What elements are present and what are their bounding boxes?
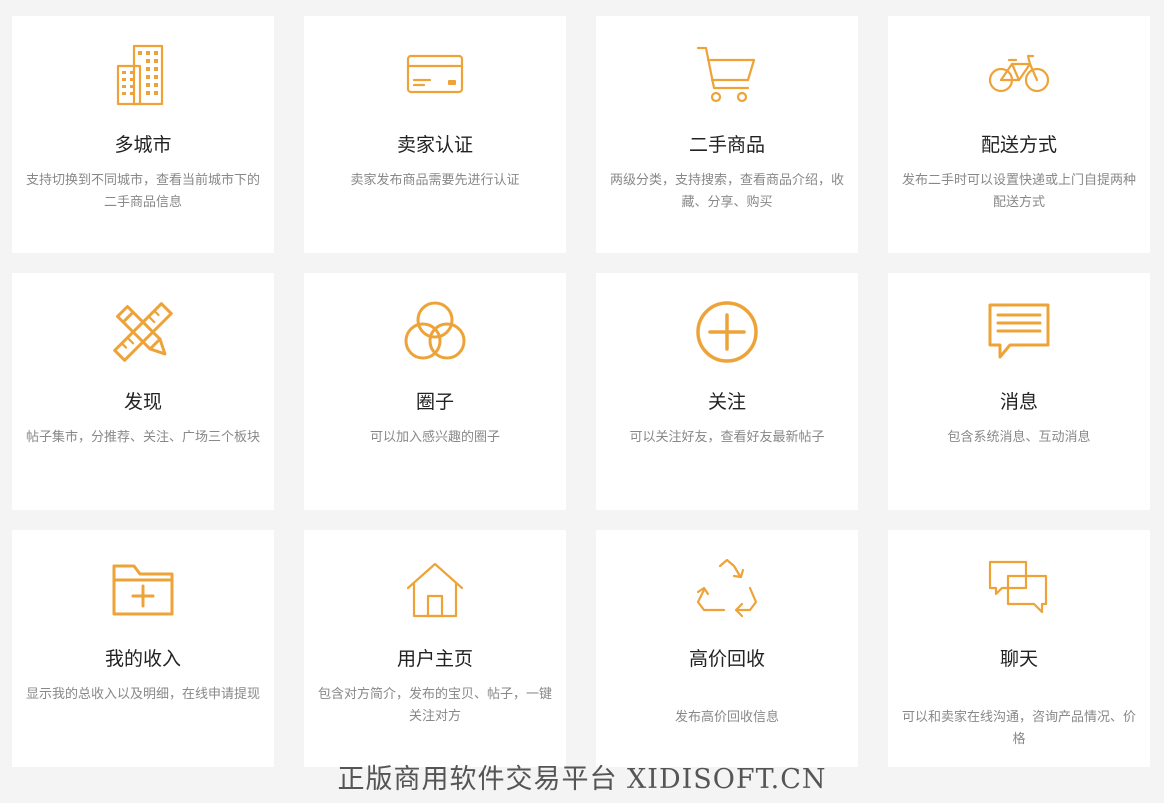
pencil-ruler-icon bbox=[12, 299, 274, 365]
feature-desc: 显示我的总收入以及明细，在线申请提现 bbox=[25, 687, 260, 702]
feature-title: 关注 bbox=[707, 391, 746, 413]
feature-card-delivery: 配送方式 发布二手时可以设置快递或上门自提两种配送方式 bbox=[888, 16, 1150, 253]
feature-title: 圈子 bbox=[415, 391, 454, 413]
feature-title: 聊天 bbox=[999, 648, 1038, 670]
bicycle-icon bbox=[888, 42, 1150, 108]
feature-title: 我的收入 bbox=[104, 648, 181, 670]
feature-desc: 发布高价回收信息 bbox=[674, 710, 779, 725]
feature-title: 卖家认证 bbox=[396, 134, 473, 156]
feature-title: 发现 bbox=[123, 391, 162, 413]
city-buildings-icon bbox=[12, 42, 274, 108]
feature-desc: 两级分类，支持搜索，查看商品介绍，收藏、分享、购买 bbox=[609, 173, 844, 210]
overlapping-circles-icon bbox=[304, 299, 566, 365]
home-icon bbox=[304, 556, 566, 622]
recycle-icon bbox=[596, 556, 858, 622]
feature-card-second-hand: 二手商品 两级分类，支持搜索，查看商品介绍，收藏、分享、购买 bbox=[596, 16, 858, 253]
feature-desc: 可以和卖家在线沟通，咨询产品情况、价格 bbox=[901, 710, 1136, 747]
feature-title: 高价回收 bbox=[688, 648, 765, 670]
feature-card-multi-city: 多城市 支持切换到不同城市，查看当前城市下的二手商品信息 bbox=[12, 16, 274, 253]
feature-desc: 包含对方简介，发布的宝贝、帖子，一键关注对方 bbox=[317, 687, 552, 724]
feature-grid: 多城市 支持切换到不同城市，查看当前城市下的二手商品信息 卖家认证 卖家发布商品… bbox=[12, 16, 1150, 767]
feature-card-follow: 关注 可以关注好友，查看好友最新帖子 bbox=[596, 273, 858, 510]
message-icon bbox=[888, 299, 1150, 365]
feature-card-seller-verify: 卖家认证 卖家发布商品需要先进行认证 bbox=[304, 16, 566, 253]
feature-title: 二手商品 bbox=[688, 134, 765, 156]
feature-card-chat: 聊天 可以和卖家在线沟通，咨询产品情况、价格 bbox=[888, 530, 1150, 767]
shopping-cart-icon bbox=[596, 42, 858, 108]
feature-desc: 帖子集市，分推荐、关注、广场三个板块 bbox=[25, 430, 260, 445]
feature-card-circles: 圈子 可以加入感兴趣的圈子 bbox=[304, 273, 566, 510]
chat-bubbles-icon bbox=[888, 556, 1150, 622]
feature-title: 配送方式 bbox=[980, 134, 1057, 156]
feature-desc: 发布二手时可以设置快递或上门自提两种配送方式 bbox=[901, 173, 1136, 210]
feature-card-messages: 消息 包含系统消息、互动消息 bbox=[888, 273, 1150, 510]
feature-title: 多城市 bbox=[114, 134, 172, 156]
feature-card-income: 我的收入 显示我的总收入以及明细，在线申请提现 bbox=[12, 530, 274, 767]
plus-circle-icon bbox=[596, 299, 858, 365]
feature-card-discover: 发现 帖子集市，分推荐、关注、广场三个板块 bbox=[12, 273, 274, 510]
feature-desc: 包含系统消息、互动消息 bbox=[947, 430, 1091, 445]
feature-title: 消息 bbox=[999, 391, 1038, 413]
feature-desc: 可以加入感兴趣的圈子 bbox=[369, 430, 500, 445]
credit-card-icon bbox=[304, 42, 566, 108]
feature-card-user-home: 用户主页 包含对方简介，发布的宝贝、帖子，一键关注对方 bbox=[304, 530, 566, 767]
feature-title: 用户主页 bbox=[396, 648, 473, 670]
folder-plus-icon bbox=[12, 556, 274, 622]
feature-desc: 可以关注好友，查看好友最新帖子 bbox=[629, 430, 825, 445]
feature-card-recycle: 高价回收 发布高价回收信息 bbox=[596, 530, 858, 767]
watermark-text: 正版商用软件交易平台 XIDISOFT.CN bbox=[337, 764, 827, 795]
feature-desc: 卖家发布商品需要先进行认证 bbox=[350, 173, 520, 188]
feature-desc: 支持切换到不同城市，查看当前城市下的二手商品信息 bbox=[25, 173, 260, 210]
